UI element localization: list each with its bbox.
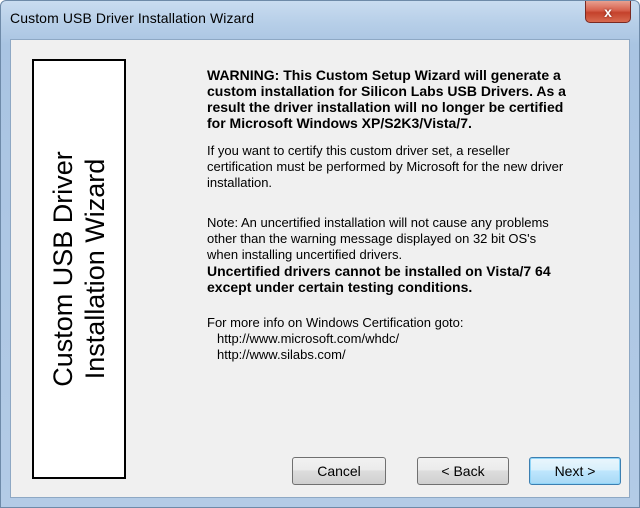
cancel-button[interactable]: Cancel bbox=[292, 457, 386, 485]
banner-title: Custom USB Driver Installation Wizard bbox=[47, 151, 111, 387]
title-bar: Custom USB Driver Installation Wizard x bbox=[1, 1, 639, 39]
warning-text: WARNING: This Custom Setup Wizard will g… bbox=[207, 67, 566, 131]
silabs-link: http://www.silabs.com/ bbox=[217, 347, 346, 362]
microsoft-link: http://www.microsoft.com/whdc/ bbox=[217, 331, 400, 346]
wizard-window: Custom USB Driver Installation Wizard x … bbox=[0, 0, 640, 508]
next-button[interactable]: Next > bbox=[529, 457, 621, 485]
close-button[interactable]: x bbox=[585, 1, 631, 23]
uncertified-warning-text: Uncertified drivers cannot be installed … bbox=[207, 263, 551, 295]
certify-text: If you want to certify this custom drive… bbox=[207, 143, 564, 190]
window-title: Custom USB Driver Installation Wizard bbox=[10, 10, 255, 26]
banner-title-line1: Custom USB Driver bbox=[48, 151, 78, 387]
back-button[interactable]: < Back bbox=[417, 457, 509, 485]
more-info-text: For more info on Windows Certification g… bbox=[207, 315, 464, 330]
close-icon: x bbox=[604, 3, 612, 20]
note-text: Note: An uncertified installation will n… bbox=[207, 215, 549, 262]
banner-title-line2: Installation Wizard bbox=[80, 158, 110, 380]
wizard-side-banner: Custom USB Driver Installation Wizard bbox=[32, 59, 126, 479]
wizard-client-area: Custom USB Driver Installation Wizard WA… bbox=[10, 39, 630, 498]
wizard-content: WARNING: This Custom Setup Wizard will g… bbox=[207, 67, 567, 363]
